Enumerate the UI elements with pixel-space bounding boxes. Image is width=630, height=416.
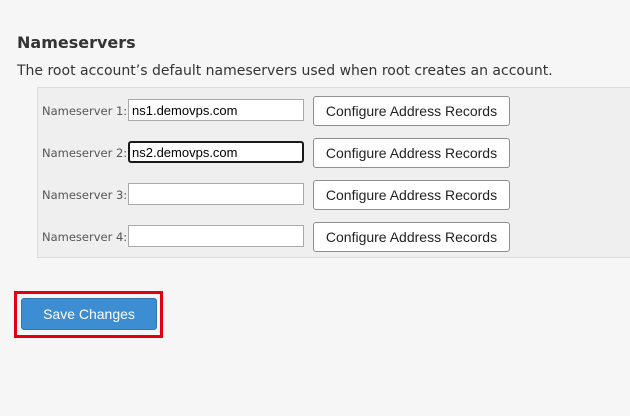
nameserver-4-input[interactable] [128, 225, 304, 247]
nameserver-2-label: Nameserver 2: [42, 146, 128, 160]
configure-address-records-button-2[interactable]: Configure Address Records [313, 138, 510, 168]
nameserver-3-label: Nameserver 3: [42, 188, 128, 202]
section-description: The root account’s default nameservers u… [17, 63, 553, 79]
nameserver-1-label: Nameserver 1: [42, 104, 128, 118]
nameserver-4-label: Nameserver 4: [42, 230, 128, 244]
nameserver-row-1: Nameserver 1: Configure Address Records [38, 96, 630, 126]
section-title: Nameservers [17, 33, 136, 52]
nameserver-2-input[interactable] [128, 141, 304, 163]
nameserver-row-2: Nameserver 2: Configure Address Records [38, 138, 630, 168]
nameserver-1-input[interactable] [128, 99, 304, 121]
nameserver-3-input[interactable] [128, 183, 304, 205]
nameserver-row-4: Nameserver 4: Configure Address Records [38, 222, 630, 252]
configure-address-records-button-1[interactable]: Configure Address Records [313, 96, 510, 126]
configure-address-records-button-3[interactable]: Configure Address Records [313, 180, 510, 210]
save-changes-button[interactable]: Save Changes [21, 298, 157, 330]
configure-address-records-button-4[interactable]: Configure Address Records [313, 222, 510, 252]
nameservers-panel: Nameserver 1: Configure Address Records … [37, 87, 630, 258]
nameserver-row-3: Nameserver 3: Configure Address Records [38, 180, 630, 210]
